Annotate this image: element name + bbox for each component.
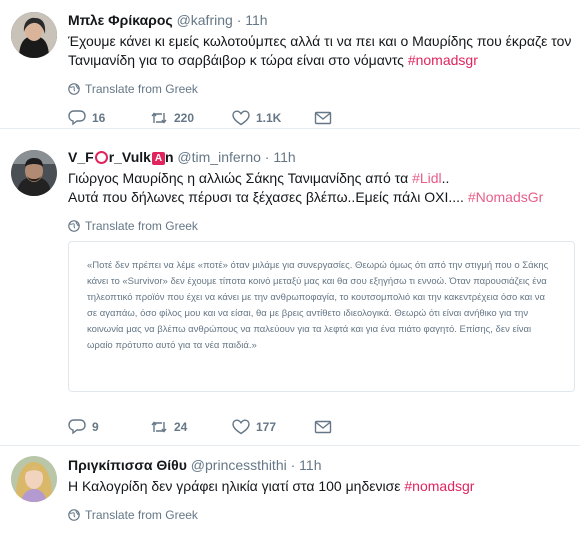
- reply-button[interactable]: 9: [68, 419, 150, 435]
- hashtag-link[interactable]: #nomadsgr: [404, 478, 474, 494]
- avatar[interactable]: [11, 456, 57, 502]
- reply-count: 16: [92, 111, 106, 125]
- globe-icon: [68, 83, 80, 95]
- tweet-1[interactable]: Μπλε Φρίκαρος @kafring · 11h Έχουμε κάνε…: [0, 0, 580, 129]
- hashtag-link[interactable]: #nomadsgr: [408, 52, 478, 68]
- separator-dot: ·: [290, 457, 296, 473]
- retweet-icon: [151, 112, 167, 124]
- tweet-text: Γιώργος Μαυρίδης η αλλιώς Σάκης Τανιμανί…: [68, 170, 544, 205]
- tweet-time[interactable]: 11h: [273, 149, 295, 165]
- tweet-time[interactable]: 11h: [299, 457, 321, 473]
- like-button[interactable]: 1.1K: [232, 110, 314, 126]
- separator-dot: ·: [264, 149, 270, 165]
- avatar-image: [11, 12, 57, 58]
- dm-button[interactable]: [314, 110, 396, 126]
- author-name[interactable]: V_F r_Vulk An: [68, 149, 174, 165]
- avatar-image: [11, 456, 57, 502]
- author-handle[interactable]: @kafring: [177, 12, 233, 28]
- retweet-button[interactable]: 220: [150, 110, 232, 126]
- author-name[interactable]: Πριγκίπισσα Θίθυ: [68, 457, 187, 473]
- globe-icon: [68, 509, 80, 521]
- retweet-button[interactable]: 24: [150, 419, 232, 435]
- retweet-icon: [151, 421, 167, 433]
- like-count: 177: [256, 420, 277, 434]
- a-button-emoji: A: [151, 152, 165, 165]
- separator-dot: ·: [236, 12, 242, 28]
- avatar[interactable]: [11, 12, 57, 58]
- dm-icon: [314, 111, 332, 125]
- globe-icon: [68, 220, 80, 232]
- dm-button[interactable]: [314, 419, 396, 435]
- translate-link[interactable]: Translate from Greek: [68, 82, 574, 96]
- tweet-2[interactable]: V_F r_Vulk An @tim_inferno · 11h Γιώργος Μ…: [0, 129, 580, 446]
- hashtag-link[interactable]: #NomadsGr: [468, 189, 543, 205]
- tweet-time[interactable]: 11h: [245, 12, 267, 28]
- author-name[interactable]: Μπλε Φρίκαρος: [68, 12, 173, 28]
- avatar-image: [11, 150, 57, 196]
- hashtag-link[interactable]: #Lidl: [412, 170, 442, 186]
- like-icon: [232, 419, 250, 435]
- dm-icon: [314, 420, 332, 434]
- translate-link[interactable]: Translate from Greek: [68, 508, 574, 522]
- like-button[interactable]: 177: [232, 419, 314, 435]
- author-handle[interactable]: @tim_inferno: [177, 149, 260, 165]
- tweet-3[interactable]: Πριγκίπισσα Θίθυ @princessthithi · 11h Η…: [0, 446, 580, 540]
- like-icon: [232, 110, 250, 126]
- reply-count: 9: [92, 420, 99, 434]
- retweet-count: 220: [174, 111, 195, 125]
- reply-icon: [68, 419, 86, 435]
- tweet-text: Έχουμε κάνει κι εμείς κωλοτούμπες αλλά τ…: [68, 33, 572, 68]
- author-handle[interactable]: @princessthithi: [191, 457, 287, 473]
- translate-link[interactable]: Translate from Greek: [68, 219, 574, 233]
- reply-icon: [68, 110, 86, 126]
- reply-button[interactable]: 16: [68, 110, 150, 126]
- like-count: 1.1K: [256, 111, 282, 125]
- retweet-count: 24: [174, 420, 188, 434]
- quoted-text-box: «Ποτέ δεν πρέπει να λέμε «ποτέ» όταν μιλ…: [68, 241, 575, 392]
- tweet-text: Η Καλογρίδη δεν γράφει ηλικία γιατί στα …: [68, 478, 475, 494]
- avatar[interactable]: [11, 150, 57, 196]
- red-circle-icon: [94, 151, 108, 164]
